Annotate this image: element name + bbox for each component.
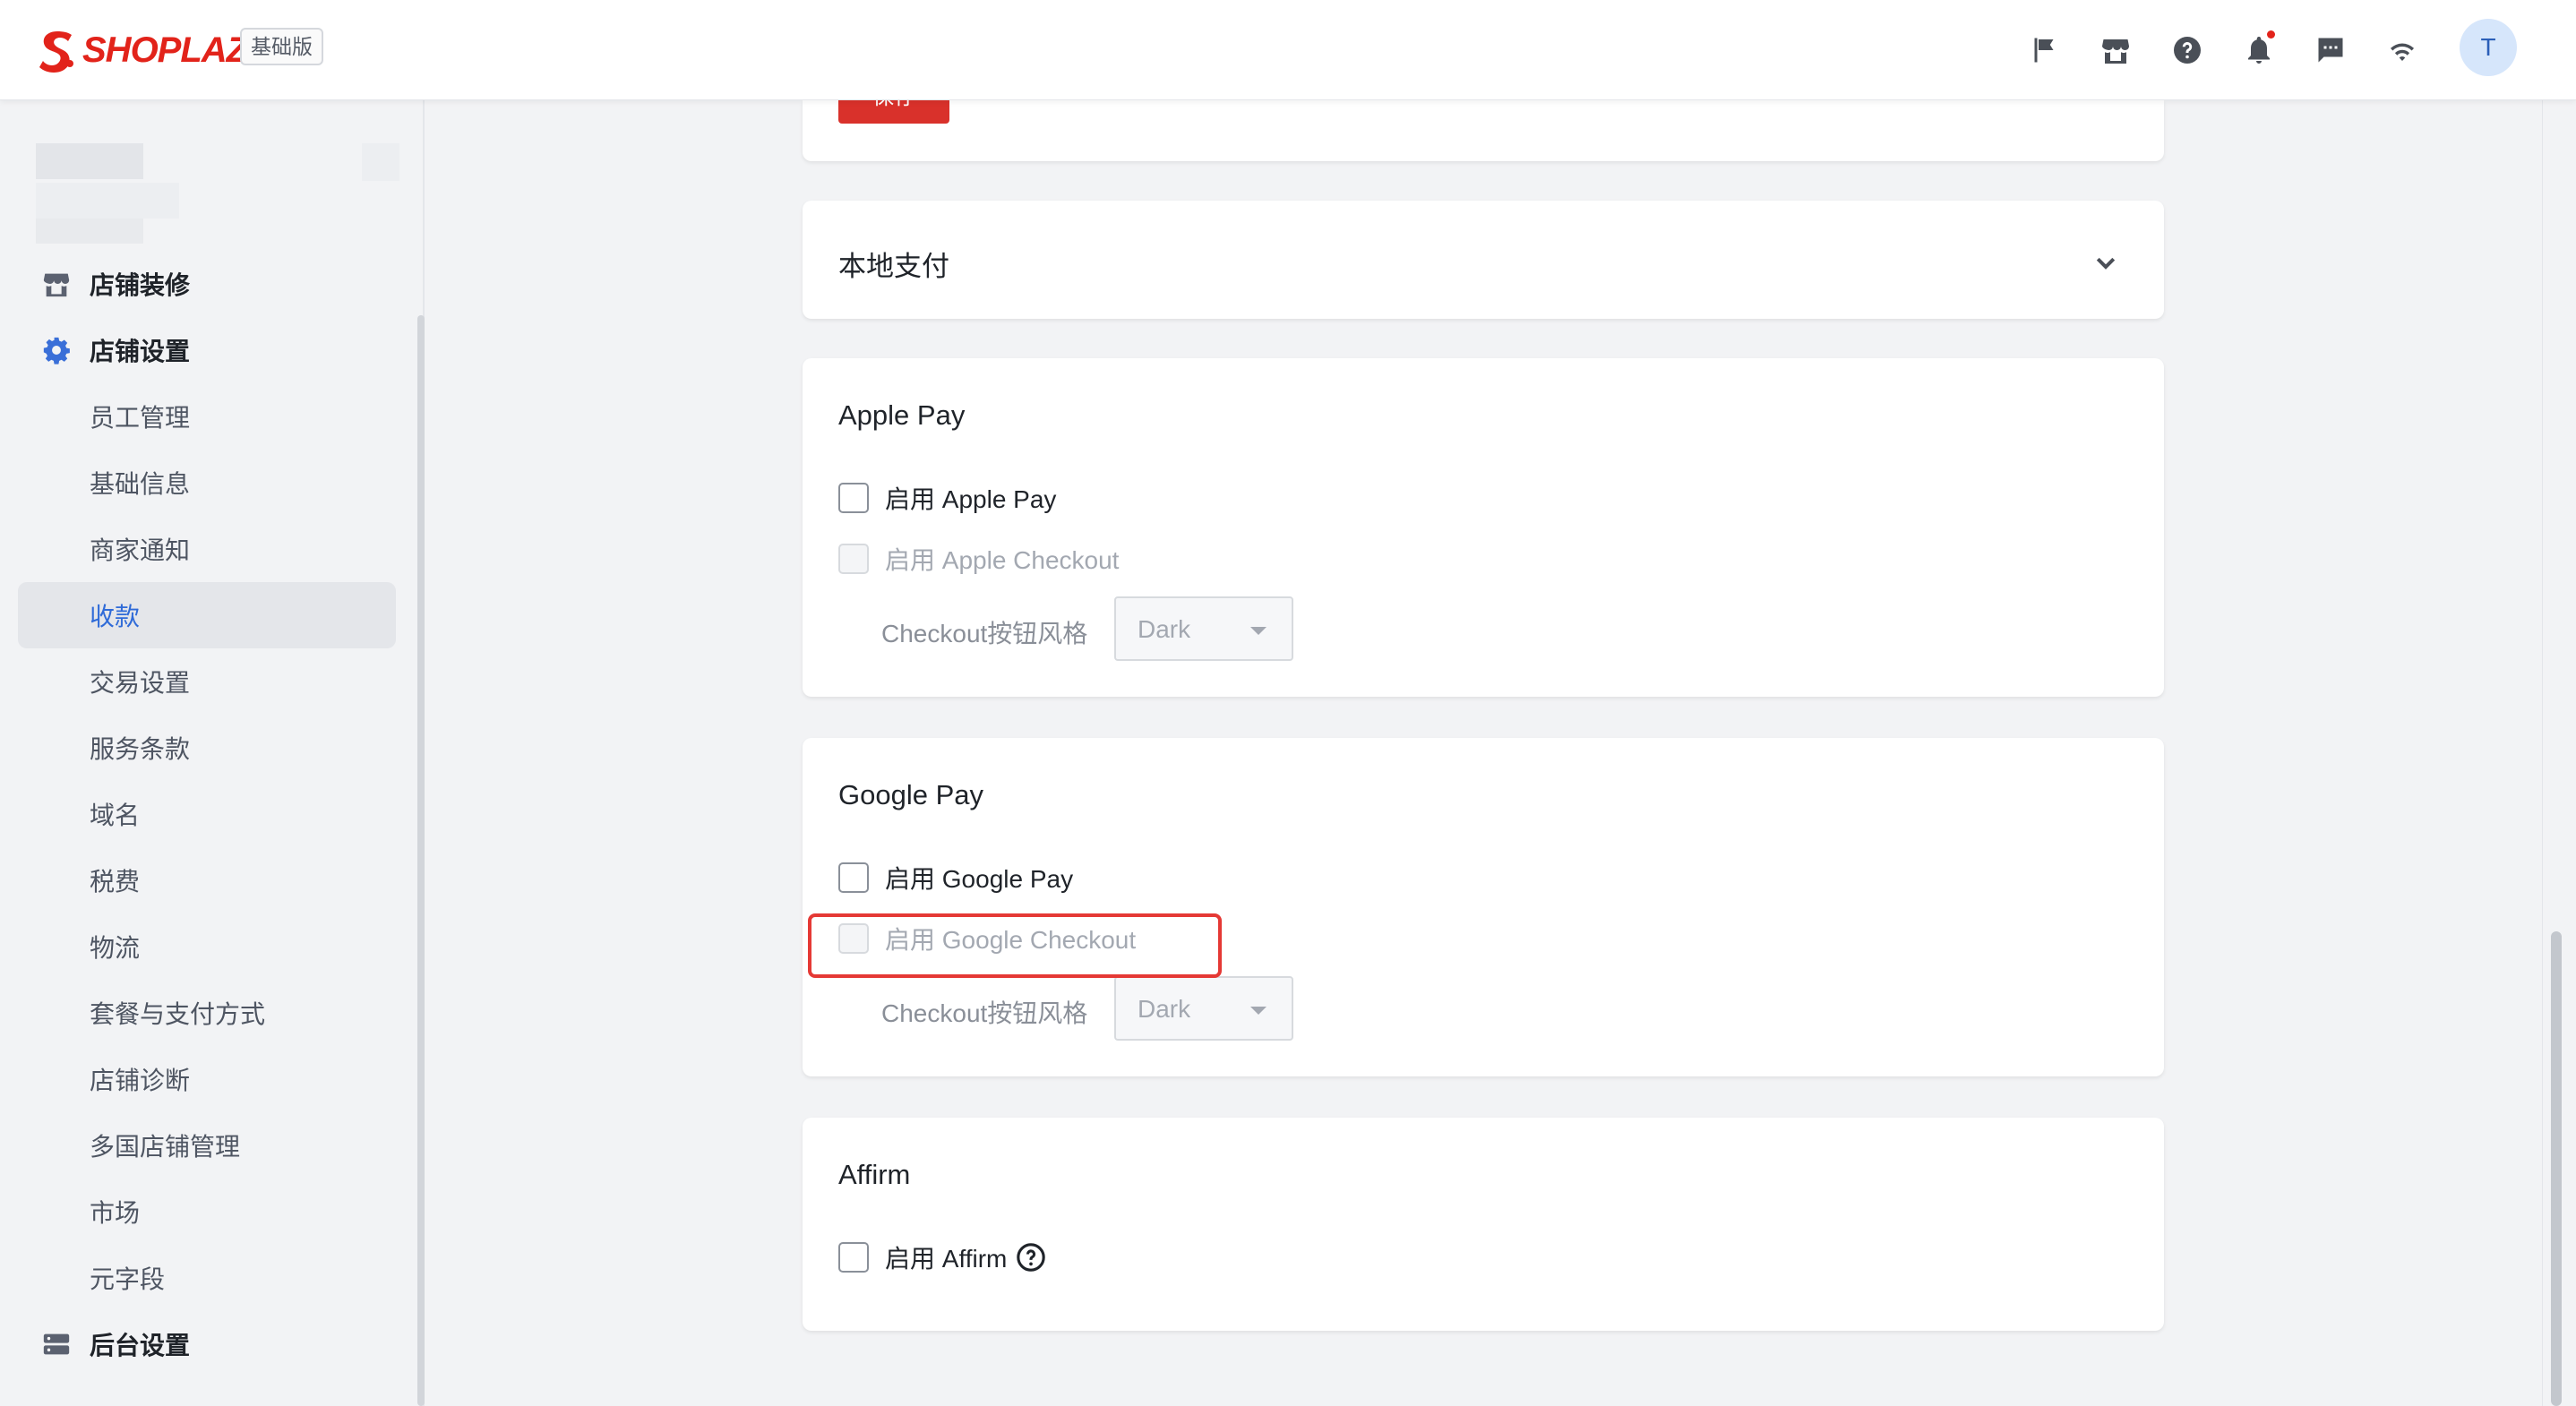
card-title: 本地支付 — [838, 251, 949, 282]
enable-apple-pay-option[interactable]: 启用 Apple Pay — [838, 480, 1056, 516]
sidebar-item-metafields[interactable]: 元字段 — [18, 1245, 396, 1311]
sidebar-item-basic-info[interactable]: 基础信息 — [18, 450, 396, 516]
sidebar-item-taxes[interactable]: 税费 — [18, 847, 396, 913]
sidebar: 店铺装修 店铺设置 员工管理 基础信息 商家通知 收款 交易设置 服务条款 域名… — [0, 100, 425, 1406]
question-circle-icon[interactable] — [1016, 1242, 1046, 1273]
sidebar-item-label: 交易设置 — [90, 669, 191, 697]
gear-icon — [41, 335, 72, 365]
sidebar-item-payments[interactable]: 收款 — [18, 582, 396, 648]
checkbox-label: 启用 Apple Pay — [885, 485, 1057, 513]
checkbox-label: 启用 Google Checkout — [885, 926, 1137, 954]
shoplazza-logo-mark-icon — [39, 31, 73, 73]
google-button-style-select: Dark — [1114, 976, 1293, 1041]
enable-apple-checkout-checkbox — [838, 544, 869, 574]
apple-button-style-select: Dark — [1114, 596, 1293, 661]
sidebar-item-diagnostics[interactable]: 店铺诊断 — [18, 1046, 396, 1112]
caret-down-icon — [1250, 1007, 1267, 1015]
store-icon[interactable] — [2094, 29, 2137, 72]
sidebar-item-terms[interactable]: 服务条款 — [18, 715, 396, 781]
sidebar-item-label: 服务条款 — [90, 735, 191, 763]
sidebar-item-domains[interactable]: 域名 — [18, 781, 396, 847]
enable-apple-pay-checkbox[interactable] — [838, 483, 869, 513]
sidebar-item-label: 多国店铺管理 — [90, 1133, 241, 1161]
previous-card — [803, 100, 2164, 161]
checkbox-label: 启用 Affirm — [885, 1245, 1008, 1273]
sidebar-item-label: 税费 — [90, 868, 141, 896]
sidebar-item-label: 店铺设置 — [90, 338, 191, 365]
wifi-icon[interactable] — [2381, 29, 2424, 72]
sidebar-item-label: 员工管理 — [90, 404, 191, 432]
sidebar-item-label: 商家通知 — [90, 536, 191, 564]
plan-badge: 基础版 — [240, 28, 323, 65]
store-icon — [41, 269, 72, 299]
main-scrollbar-thumb[interactable] — [2551, 931, 2562, 1406]
chevron-down-icon[interactable] — [2092, 249, 2119, 276]
enable-google-checkout-checkbox — [838, 923, 869, 954]
card-title: Google Pay — [838, 779, 983, 810]
select-value: Dark — [1138, 995, 1191, 1023]
store-switcher[interactable] — [36, 143, 403, 247]
sidebar-scrollbar[interactable] — [417, 315, 425, 1406]
sidebar-item-checkout-settings[interactable]: 交易设置 — [18, 648, 396, 715]
flag-icon[interactable] — [2022, 29, 2065, 72]
affirm-card: Affirm 启用 Affirm — [803, 1118, 2164, 1331]
card-title: Affirm — [838, 1159, 911, 1190]
enable-affirm-option[interactable]: 启用 Affirm — [838, 1239, 1046, 1275]
sidebar-item-store-settings[interactable]: 店铺设置 — [18, 317, 396, 383]
sidebar-item-notifications[interactable]: 商家通知 — [18, 516, 396, 582]
button-style-label: Checkout按钮风格 — [881, 999, 1088, 1027]
sidebar-item-multi-store[interactable]: 多国店铺管理 — [18, 1112, 396, 1179]
user-avatar[interactable]: T — [2460, 19, 2517, 76]
sidebar-item-shipping[interactable]: 物流 — [18, 913, 396, 980]
caret-down-icon — [1250, 627, 1267, 635]
checkbox-label: 启用 Apple Checkout — [885, 546, 1120, 574]
sidebar-item-label: 元字段 — [90, 1265, 166, 1293]
enable-google-pay-checkbox[interactable] — [838, 862, 869, 893]
server-icon — [41, 1329, 72, 1359]
button-style-label: Checkout按钮风格 — [881, 620, 1088, 647]
select-value: Dark — [1138, 615, 1191, 643]
sidebar-item-label: 物流 — [90, 934, 141, 962]
sidebar-item-label: 店铺诊断 — [90, 1067, 191, 1094]
top-bar: SHOPLAZZA 基础版 T — [0, 0, 2576, 100]
sidebar-item-admin-settings[interactable]: 后台设置 — [18, 1311, 396, 1377]
checkbox-label: 启用 Google Pay — [885, 865, 1074, 893]
enable-google-pay-option[interactable]: 启用 Google Pay — [838, 860, 1073, 896]
sidebar-item-label: 市场 — [90, 1199, 141, 1227]
sidebar-item-store-design[interactable]: 店铺装修 — [18, 251, 396, 317]
sidebar-item-label: 后台设置 — [90, 1332, 191, 1359]
sidebar-item-label: 域名 — [90, 802, 141, 829]
sidebar-item-label: 收款 — [90, 603, 141, 630]
enable-apple-checkout-option: 启用 Apple Checkout — [838, 541, 1119, 577]
local-payment-card[interactable]: 本地支付 — [803, 201, 2164, 319]
sidebar-item-label: 套餐与支付方式 — [90, 1000, 266, 1028]
bell-icon[interactable] — [2237, 29, 2280, 72]
help-icon[interactable] — [2166, 29, 2209, 72]
sidebar-item-label: 基础信息 — [90, 470, 191, 498]
sidebar-item-markets[interactable]: 市场 — [18, 1179, 396, 1245]
notification-dot — [2267, 30, 2275, 39]
chat-icon[interactable] — [2309, 29, 2352, 72]
enable-affirm-checkbox[interactable] — [838, 1242, 869, 1273]
enable-google-checkout-option: 启用 Google Checkout — [838, 921, 1136, 956]
sidebar-item-label: 店铺装修 — [90, 271, 191, 299]
card-title: Apple Pay — [838, 399, 966, 431]
google-pay-card: Google Pay 启用 Google Pay 启用 Google Check… — [803, 738, 2164, 1076]
apple-pay-card: Apple Pay 启用 Apple Pay 启用 Apple Checkout… — [803, 358, 2164, 697]
sidebar-item-plan-billing[interactable]: 套餐与支付方式 — [18, 980, 396, 1046]
sidebar-item-staff[interactable]: 员工管理 — [18, 383, 396, 450]
